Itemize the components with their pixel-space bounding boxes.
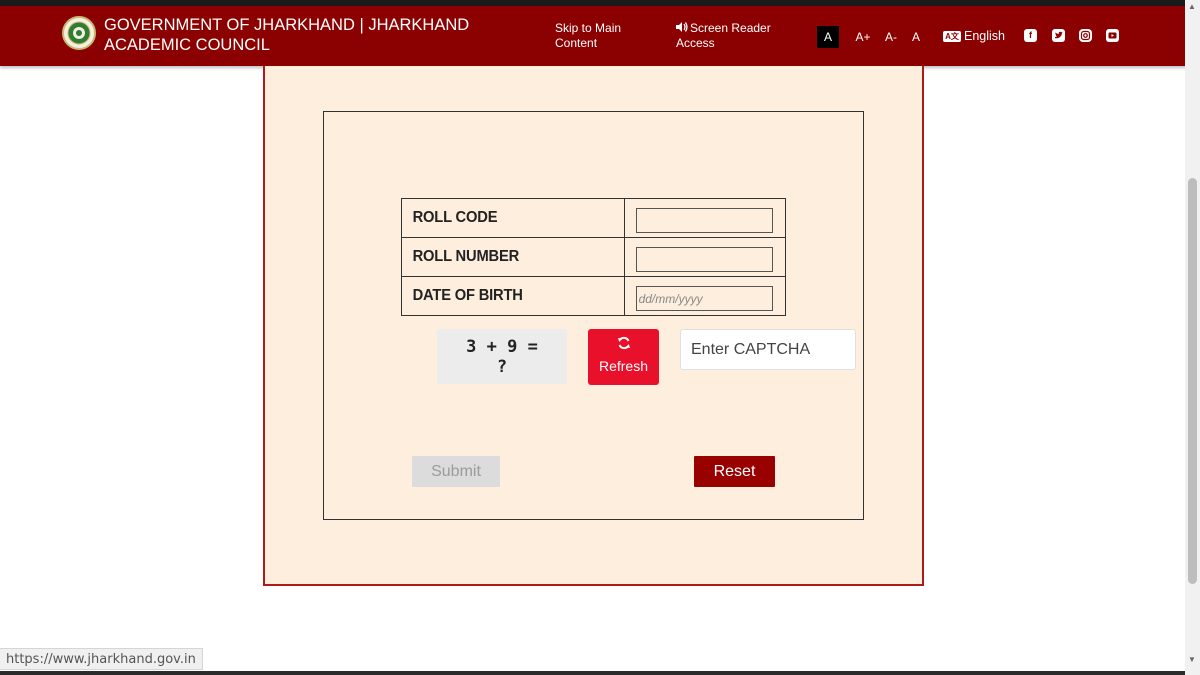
scroll-up-arrow-icon[interactable]: ▲ — [1188, 2, 1196, 11]
refresh-label: Refresh — [598, 358, 649, 374]
status-bar-url: https://www.jharkhand.gov.in — [0, 648, 203, 670]
skip-to-main-content-link[interactable]: Skip to Main Content — [555, 21, 635, 51]
font-increase-button[interactable]: A+ — [855, 26, 871, 48]
captcha-challenge: 3 + 9 = ? — [437, 329, 567, 384]
roll-number-input[interactable] — [635, 247, 773, 272]
date-of-birth-label: DATE OF BIRTH — [401, 276, 607, 316]
roll-number-label: ROLL NUMBER — [401, 237, 607, 277]
table-row: ROLL NUMBER — [401, 237, 787, 277]
captcha-equation: 3 + 9 = — [466, 337, 538, 357]
language-selector[interactable]: A文 English — [943, 27, 1005, 45]
translate-icon: A文 — [943, 31, 961, 42]
browser-bottom-strip — [0, 671, 1200, 675]
speaker-icon — [676, 21, 688, 36]
screen-reader-access-link[interactable]: Screen Reader Access — [676, 21, 786, 51]
captcha-question-mark: ? — [496, 357, 508, 377]
roll-code-input[interactable] — [635, 208, 773, 233]
font-decrease-button[interactable]: A- — [884, 26, 898, 48]
scrollbar-thumb[interactable] — [1188, 178, 1197, 584]
site-header: GOVERNMENT OF JHARKHAND | JHARKHAND ACAD… — [0, 6, 1200, 66]
table-row: ROLL CODE — [401, 198, 787, 238]
date-of-birth-input[interactable] — [635, 286, 773, 311]
roll-code-label: ROLL CODE — [401, 198, 607, 238]
result-login-table: ROLL CODE ROLL NUMBER DATE OF BIRTH — [401, 198, 787, 316]
language-label: English — [964, 29, 1005, 43]
facebook-icon[interactable]: f — [1024, 29, 1037, 42]
youtube-icon[interactable] — [1106, 29, 1119, 42]
jharkhand-emblem-logo[interactable] — [62, 16, 96, 50]
scroll-down-arrow-icon[interactable]: ▼ — [1188, 655, 1196, 664]
font-reset-button[interactable]: A — [910, 26, 922, 48]
twitter-icon[interactable] — [1052, 29, 1065, 42]
reset-button[interactable]: Reset — [694, 456, 775, 487]
instagram-icon[interactable] — [1079, 29, 1092, 42]
font-default-button[interactable]: A — [817, 26, 839, 48]
site-title[interactable]: GOVERNMENT OF JHARKHAND | JHARKHAND ACAD… — [104, 15, 524, 55]
table-row: DATE OF BIRTH — [401, 276, 787, 316]
screen-reader-label: Screen Reader Access — [676, 21, 771, 50]
submit-button[interactable]: Submit — [412, 456, 500, 487]
captcha-input[interactable] — [680, 329, 856, 370]
refresh-icon — [588, 336, 659, 353]
captcha-refresh-button[interactable]: Refresh — [588, 329, 659, 385]
